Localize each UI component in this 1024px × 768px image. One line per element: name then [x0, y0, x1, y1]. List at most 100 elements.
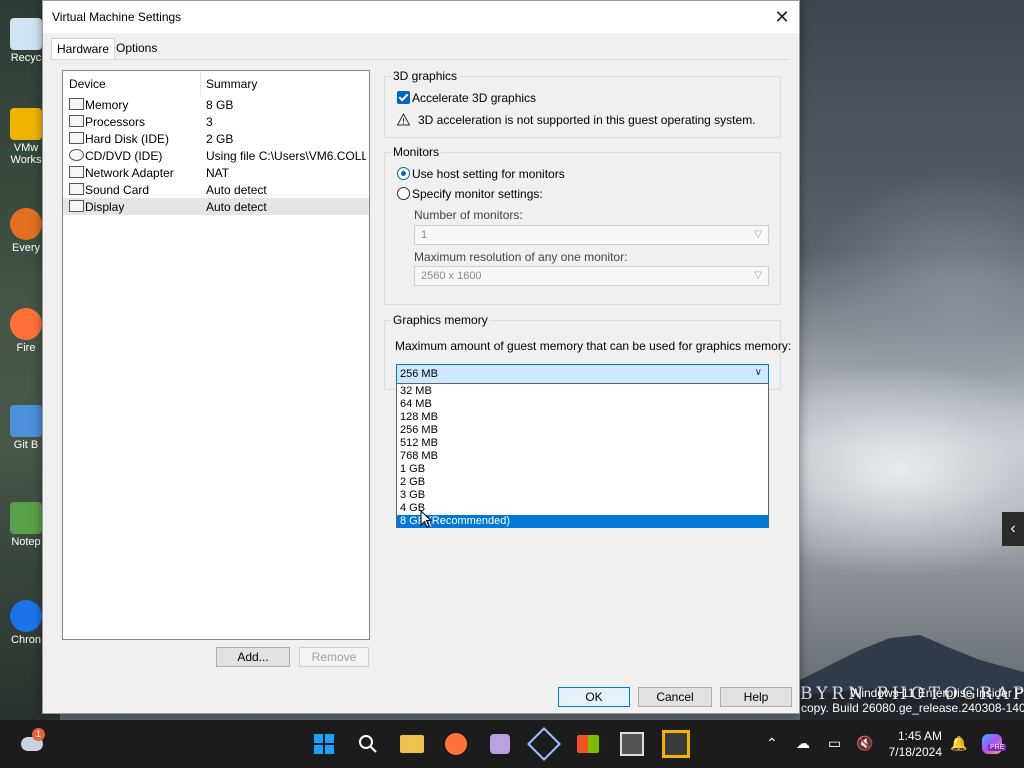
column-header-device[interactable]: Device	[69, 77, 106, 91]
firefox-icon	[10, 308, 42, 340]
desktop-icon-chrome[interactable]: Chron	[6, 600, 46, 646]
option-32mb[interactable]: 32 MB	[397, 385, 768, 398]
firefox-icon[interactable]	[442, 730, 470, 758]
taskbar: 1 ⌃ ☁ ▭ 🔇 1:45 AM 7/18/2024 🔔 PRE	[0, 720, 1024, 768]
group-3d-graphics: 3D graphics Accelerate 3D graphics 3D ac…	[384, 69, 781, 138]
title-bar: Virtual Machine Settings ✕	[43, 1, 799, 33]
store-icon[interactable]	[574, 730, 602, 758]
git-bash-icon	[10, 405, 42, 437]
clock-time: 1:45 AM	[897, 729, 942, 743]
virtualbox-icon[interactable]	[527, 727, 561, 761]
vm-settings-dialog: Virtual Machine Settings ✕ Hardware Opti…	[42, 0, 800, 714]
device-row-cd-dvd[interactable]: CD/DVD (IDE) Using file C:\Users\VM6.COL…	[63, 147, 369, 164]
device-row-display[interactable]: Display Auto detect	[63, 198, 369, 215]
graphics-memory-select[interactable]: 256 MB ∨	[396, 364, 769, 384]
specify-monitors-radio[interactable]	[397, 187, 410, 200]
cancel-button[interactable]: Cancel	[638, 687, 712, 707]
weather-icon[interactable]: 1	[18, 728, 46, 758]
copilot-icon[interactable]: PRE	[978, 730, 1007, 758]
help-button[interactable]: Help	[720, 687, 792, 707]
accelerate-3d-checkbox[interactable]	[397, 91, 410, 104]
taskbar-clock[interactable]: 1:45 AM 7/18/2024	[884, 728, 942, 760]
cd-dvd-icon	[69, 149, 84, 161]
number-of-monitors-label: Number of monitors:	[414, 208, 523, 222]
option-768mb[interactable]: 768 MB	[397, 450, 768, 463]
option-3gb[interactable]: 3 GB	[397, 489, 768, 502]
use-host-monitors-radio[interactable]	[397, 167, 410, 180]
device-row-processors[interactable]: Processors 3	[63, 113, 369, 130]
chevron-down-icon: ∨	[754, 367, 762, 378]
desktop-icon-firefox[interactable]: Fire	[6, 308, 46, 354]
hardware-tab-pane: Device Summary Memory 8 GB Processors 3 …	[51, 59, 791, 670]
desktop-icon-recycle-bin[interactable]: Recyc	[6, 18, 46, 64]
chevron-left-icon[interactable]: ‹	[1002, 512, 1024, 546]
cloud-offline-icon[interactable]: ☁	[796, 735, 810, 752]
chevron-up-icon[interactable]: ⌃	[766, 735, 778, 752]
graphics-memory-description: Maximum amount of guest memory that can …	[395, 339, 792, 353]
file-explorer-icon[interactable]	[398, 730, 426, 758]
remove-device-button[interactable]: Remove	[299, 647, 369, 667]
device-list[interactable]: Device Summary Memory 8 GB Processors 3 …	[62, 70, 370, 640]
max-resolution-select[interactable]: 2560 x 1600 ▽	[414, 266, 769, 286]
weather-badge: 1	[32, 728, 45, 741]
everything-icon	[10, 208, 42, 240]
network-adapter-icon	[69, 166, 84, 178]
option-64mb[interactable]: 64 MB	[397, 398, 768, 411]
capcut-icon[interactable]	[618, 730, 646, 758]
volume-muted-icon[interactable]: 🔇	[856, 735, 873, 752]
desktop-icon-everything[interactable]: Every	[6, 208, 46, 254]
app-icon[interactable]	[486, 730, 514, 758]
vmware-icon[interactable]	[662, 730, 690, 758]
graphics-memory-dropdown-list[interactable]: 32 MB 64 MB 128 MB 256 MB 512 MB 768 MB …	[396, 383, 769, 528]
sound-card-icon	[69, 183, 84, 195]
ok-button[interactable]: OK	[558, 687, 630, 707]
option-8gb-recommended[interactable]: 8 GB (Recommended)	[397, 515, 768, 528]
clock-date: 7/18/2024	[888, 745, 942, 759]
column-divider	[200, 71, 201, 95]
number-of-monitors-select[interactable]: 1 ▽	[414, 225, 769, 245]
accelerate-3d-label: Accelerate 3D graphics	[412, 91, 537, 105]
option-512mb[interactable]: 512 MB	[397, 437, 768, 450]
chevron-down-icon: ▽	[754, 270, 762, 281]
column-header-summary[interactable]: Summary	[206, 77, 257, 91]
windows-watermark-line2: copy. Build 26080.ge_release.240308-1400	[801, 701, 1024, 715]
option-256mb[interactable]: 256 MB	[397, 424, 768, 437]
device-row-memory[interactable]: Memory 8 GB	[63, 96, 369, 113]
desktop-icon-vmware[interactable]: VMw Works	[6, 108, 46, 166]
option-2gb[interactable]: 2 GB	[397, 476, 768, 489]
tab-options[interactable]: Options	[111, 38, 162, 58]
display-tray-icon[interactable]: ▭	[828, 735, 841, 752]
display-icon	[69, 200, 84, 212]
max-resolution-label: Maximum resolution of any one monitor:	[414, 250, 628, 264]
option-1gb[interactable]: 1 GB	[397, 463, 768, 476]
notification-bell-icon[interactable]: 🔔	[950, 735, 967, 752]
copilot-badge: PRE	[988, 744, 1007, 751]
use-host-monitors-label: Use host setting for monitors	[412, 167, 565, 181]
start-icon[interactable]	[310, 730, 338, 758]
option-4gb[interactable]: 4 GB	[397, 502, 768, 515]
search-icon[interactable]	[354, 730, 382, 758]
device-list-header: Device Summary	[63, 71, 369, 95]
windows-watermark-line1: Windows 11 Enterprise Insider Preview	[850, 686, 1024, 700]
chrome-icon	[10, 600, 42, 632]
desktop-icon-notepad[interactable]: Notep	[6, 502, 46, 548]
chevron-down-icon: ▽	[754, 229, 762, 240]
memory-icon	[69, 98, 84, 110]
add-device-button[interactable]: Add...	[216, 647, 290, 667]
group-graphics-memory: Graphics memory Maximum amount of guest …	[384, 313, 791, 390]
desktop-icon-git-bash[interactable]: Git B	[6, 405, 46, 451]
vmware-icon	[10, 108, 42, 140]
processor-icon	[69, 115, 84, 127]
device-row-network-adapter[interactable]: Network Adapter NAT	[63, 164, 369, 181]
option-128mb[interactable]: 128 MB	[397, 411, 768, 424]
mouse-cursor-icon	[420, 510, 432, 528]
recycle-bin-icon	[10, 18, 42, 50]
device-row-sound-card[interactable]: Sound Card Auto detect	[63, 181, 369, 198]
notepad-icon	[10, 502, 42, 534]
device-row-hard-disk[interactable]: Hard Disk (IDE) 2 GB	[63, 130, 369, 147]
tab-hardware[interactable]: Hardware	[51, 38, 116, 60]
specify-monitors-label: Specify monitor settings:	[412, 187, 543, 201]
dialog-title: Virtual Machine Settings	[52, 10, 182, 24]
group-monitors: Monitors Use host setting for monitors S…	[384, 145, 781, 305]
close-icon[interactable]: ✕	[769, 4, 795, 30]
